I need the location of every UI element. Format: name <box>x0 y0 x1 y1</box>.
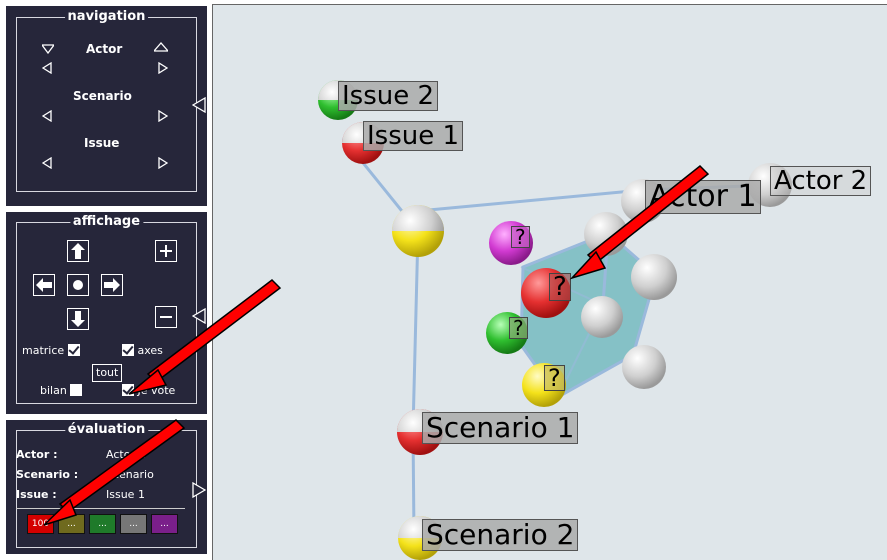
label-scenario-1: Scenario 1 <box>422 412 579 444</box>
evaluation-collapse-icon[interactable] <box>192 481 207 499</box>
affichage-title: affichage <box>69 215 144 229</box>
eval-issue-key: Issue : <box>16 488 57 501</box>
label-issue-2: Issue 2 <box>338 81 439 111</box>
sphere-cube-right <box>631 254 677 300</box>
matrix-3d-view[interactable]: Issue 2 Issue 1 Actor 1 Actor 2 Scenario… <box>212 4 887 560</box>
sphere-cube-bottom-right <box>622 345 666 389</box>
je-vote-checkbox[interactable] <box>122 384 134 396</box>
scenario-next-icon[interactable] <box>158 110 170 122</box>
vote-swatch-purple[interactable]: ... <box>151 514 178 534</box>
move-right-button[interactable] <box>101 274 123 296</box>
label-q-yellow: ? <box>544 365 565 391</box>
move-down-button[interactable] <box>67 308 89 330</box>
evaluation-divider <box>16 508 185 509</box>
eval-actor-value: Actor 1 <box>106 448 146 461</box>
eval-issue-value: Issue 1 <box>106 488 145 501</box>
bilan-option[interactable]: bilan <box>40 384 83 397</box>
evaluation-title: évaluation <box>64 423 149 437</box>
matrice-label: matrice <box>22 344 65 357</box>
axes-checkbox[interactable] <box>122 344 134 356</box>
vote-swatch-grey[interactable]: ... <box>120 514 147 534</box>
label-issue-1: Issue 1 <box>363 121 464 151</box>
affichage-panel: affichage matrice axes tout bilan Je vot… <box>6 212 207 414</box>
eval-scenario-key: Scenario : <box>16 468 79 481</box>
actor-down-icon[interactable] <box>42 44 54 56</box>
issue-next-icon[interactable] <box>158 157 170 169</box>
nav-scenario-label: Scenario <box>73 89 132 103</box>
vote-swatch-red[interactable]: 100 <box>27 514 54 534</box>
nav-issue-label: Issue <box>84 136 120 150</box>
label-q-magenta: ? <box>511 226 530 248</box>
actor-prev-icon[interactable] <box>42 62 54 74</box>
move-left-button[interactable] <box>33 274 55 296</box>
bilan-checkbox[interactable] <box>70 384 83 396</box>
eval-actor-key: Actor : <box>16 448 58 461</box>
matrice-checkbox[interactable] <box>67 344 80 356</box>
axes-label: axes <box>137 344 163 357</box>
navigation-collapse-icon[interactable] <box>191 96 206 114</box>
axes-option[interactable]: axes <box>122 344 163 357</box>
sphere-cube-top <box>584 212 628 256</box>
zoom-in-button[interactable] <box>155 240 177 262</box>
eval-scenario-value: Scenario <box>106 468 154 481</box>
sphere-axis-origin[interactable] <box>392 205 444 257</box>
tout-button[interactable]: tout <box>92 364 123 382</box>
label-actor-1: Actor 1 <box>645 180 761 214</box>
label-q-green: ? <box>509 317 528 339</box>
control-sidebar: navigation Actor Scenario Issue affichag… <box>0 0 212 560</box>
bilan-label: bilan <box>40 384 67 397</box>
affichage-collapse-icon[interactable] <box>191 307 206 325</box>
actor-up-icon[interactable] <box>154 42 168 54</box>
matrice-option[interactable]: matrice <box>22 344 80 357</box>
vote-swatch-olive[interactable]: ... <box>58 514 85 534</box>
move-up-button[interactable] <box>67 240 89 262</box>
scenario-prev-icon[interactable] <box>42 110 54 122</box>
sphere-cube-mid <box>581 296 623 338</box>
zoom-out-button[interactable] <box>155 306 177 328</box>
je-vote-label: Je vote <box>137 384 176 397</box>
actor-next-icon[interactable] <box>158 62 170 74</box>
vote-swatch-green[interactable]: ... <box>89 514 116 534</box>
center-button[interactable] <box>67 274 89 296</box>
issue-prev-icon[interactable] <box>42 157 54 169</box>
je-vote-option[interactable]: Je vote <box>122 384 175 397</box>
nav-actor-label: Actor <box>86 42 123 56</box>
label-scenario-2: Scenario 2 <box>422 519 579 551</box>
label-q-red: ? <box>549 273 571 301</box>
label-actor-2: Actor 2 <box>770 166 872 196</box>
navigation-title: navigation <box>64 10 149 24</box>
navigation-panel: navigation Actor Scenario Issue <box>6 6 207 206</box>
